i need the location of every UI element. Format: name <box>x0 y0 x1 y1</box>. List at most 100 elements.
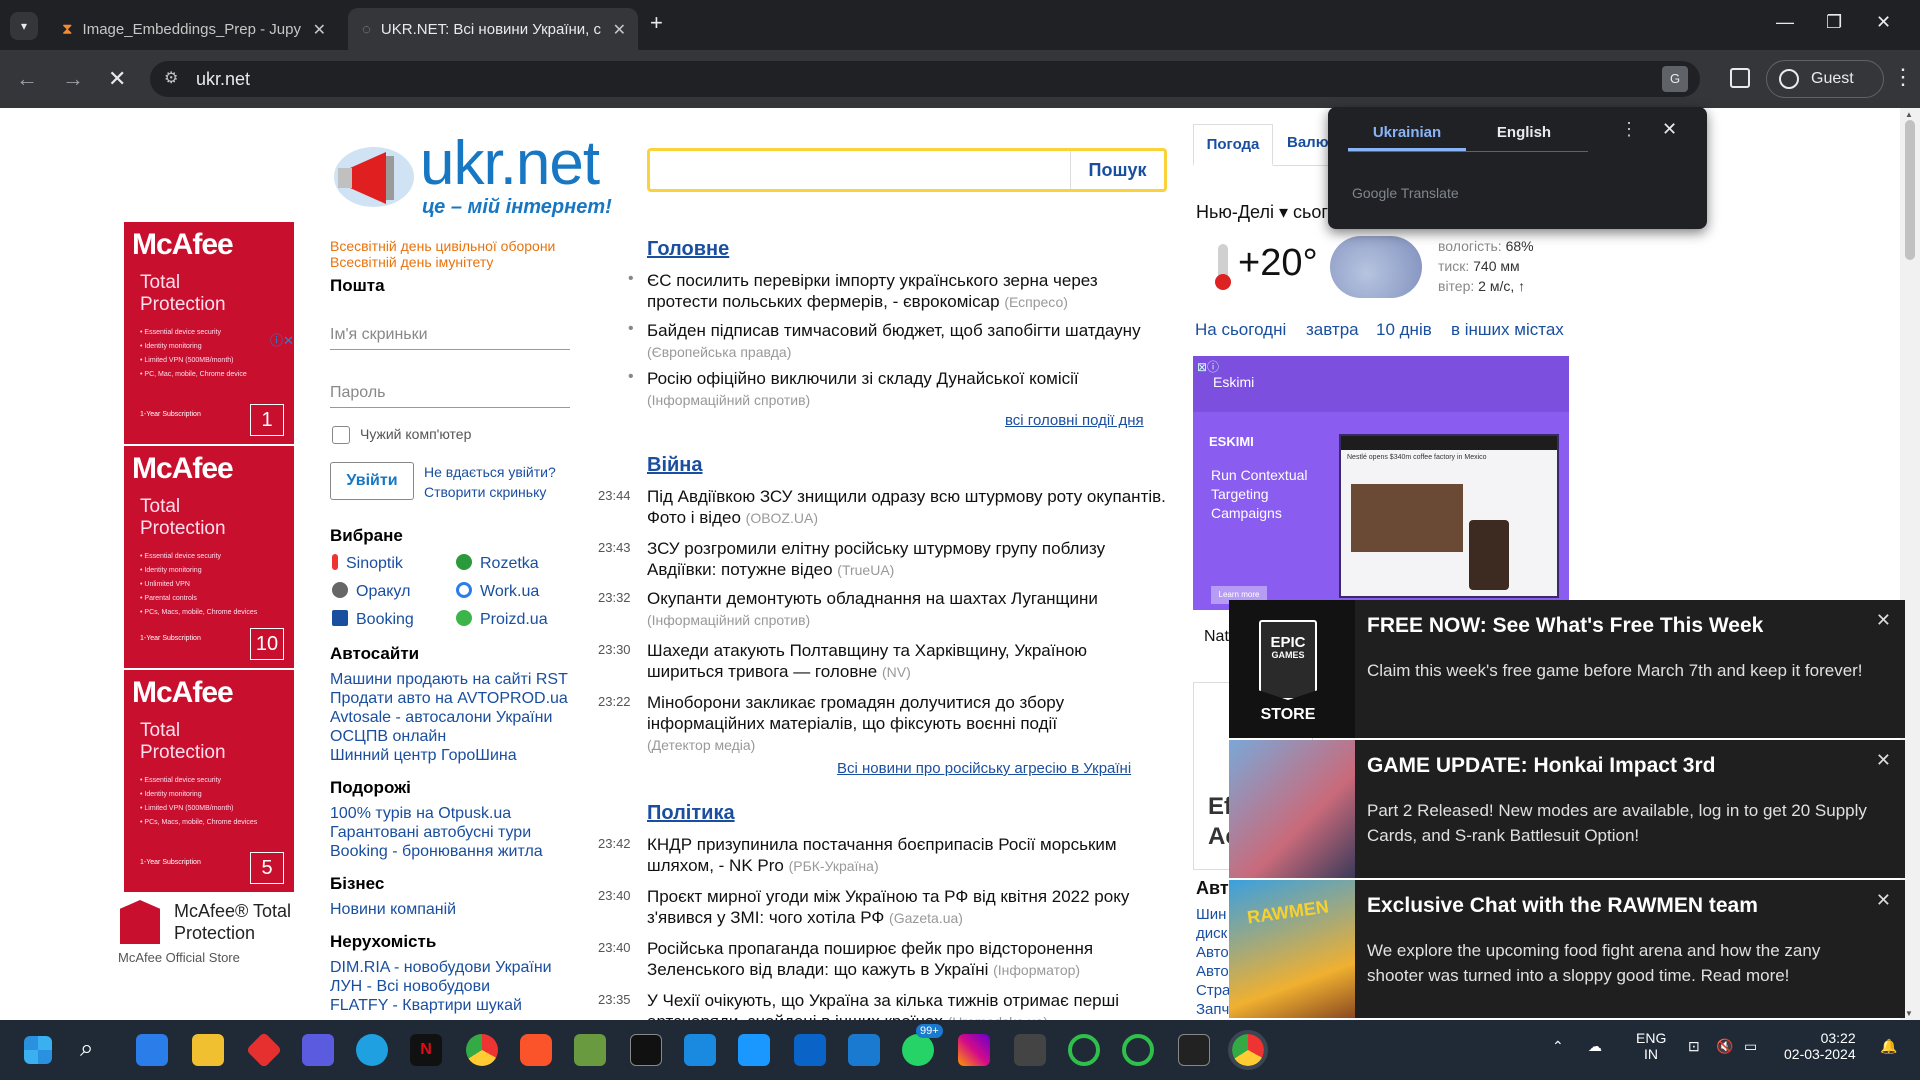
mailbox-name-input[interactable]: Ім'я скриньки <box>330 320 570 350</box>
battery-icon[interactable]: ▭ <box>1744 1038 1757 1055</box>
scrollbar-thumb[interactable] <box>1905 120 1915 260</box>
netflix-icon[interactable]: N <box>410 1034 442 1066</box>
search-input[interactable]: Пошук <box>647 148 1167 192</box>
source-language-tab[interactable]: Ukrainian <box>1348 119 1466 151</box>
auto-link[interactable]: Продати авто на AVTOPROD.ua <box>330 689 568 708</box>
tab-currency[interactable]: Валю <box>1287 134 1329 151</box>
fav-link-proizd[interactable]: Proizd.ua <box>456 610 548 629</box>
close-tab-icon[interactable]: ✕ <box>613 20 626 40</box>
tab-ukrnet[interactable]: ◌ UKR.NET: Всі новини України, с ✕ <box>348 8 638 50</box>
news-item[interactable]: 23:32 Окупанти демонтують обладнання на ш… <box>598 588 1168 631</box>
forward-icon[interactable]: → <box>62 66 84 92</box>
news-item[interactable]: 23:40 Проєкт мирної угоди між Україною та… <box>598 886 1168 929</box>
tab-search-button[interactable]: ▾ <box>10 12 38 40</box>
site-info-icon[interactable]: ⚙ <box>164 61 178 97</box>
fav-link-rozetka[interactable]: Rozetka <box>456 554 539 573</box>
news-item[interactable]: • ЄС посилить перевірки імпорту українськ… <box>598 270 1168 313</box>
stop-loading-icon[interactable]: ✕ <box>108 66 126 92</box>
travel-link[interactable]: 100% турів на Otpusk.ua <box>330 804 511 823</box>
news-item[interactable]: 23:35 У Чехії очікують, що Україна за кіл… <box>598 990 1168 1020</box>
vscode-icon[interactable] <box>848 1034 880 1066</box>
side-panel-icon[interactable] <box>1730 68 1750 88</box>
onedrive-icon[interactable]: ☁ <box>1588 1038 1602 1055</box>
tab-jupyter[interactable]: ⧗ Image_Embeddings_Prep - Jupy ✕ <box>48 8 338 50</box>
day-link[interactable]: Всесвітній день цивільної оборони <box>330 238 555 254</box>
news-item[interactable]: • Росію офіційно виключили зі складу Дуна… <box>598 368 1168 411</box>
terminal-icon[interactable] <box>1178 1034 1210 1066</box>
fav-link-booking[interactable]: Booking <box>332 610 414 629</box>
terminal-icon[interactable] <box>630 1034 662 1066</box>
chrome-icon[interactable] <box>1228 1030 1268 1070</box>
travel-link[interactable]: Гарантовані автобусні тури <box>330 823 531 842</box>
auto-link[interactable]: Шинний центр ГороШина <box>330 746 517 765</box>
news-item[interactable]: 23:44 Під Авдіївкою ЗСУ знищили одразу вс… <box>598 486 1168 529</box>
create-mailbox-link[interactable]: Створити скриньку <box>424 484 546 500</box>
site-logo[interactable]: ukr.net це – мій інтернет! <box>330 128 630 238</box>
chrome-icon[interactable] <box>466 1034 498 1066</box>
auto-link[interactable]: ОСЦПВ онлайн <box>330 727 446 746</box>
translate-icon[interactable]: G <box>1662 66 1688 92</box>
app-icon[interactable] <box>1014 1034 1046 1066</box>
news-item[interactable]: 23:43 ЗСУ розгромили елітну російську шту… <box>598 538 1168 581</box>
volume-icon[interactable]: 🔇 <box>1716 1038 1733 1055</box>
profile-button[interactable]: Guest <box>1766 60 1884 98</box>
cant-login-link[interactable]: Не вдається увійти? <box>424 464 556 480</box>
app-icon[interactable] <box>302 1034 334 1066</box>
ad-close-icon[interactable]: ⊠ⓘ <box>1197 358 1219 375</box>
password-input[interactable]: Пароль <box>330 378 570 408</box>
more-options-icon[interactable]: ⋮ <box>1620 119 1638 140</box>
fav-link-sinoptik[interactable]: Sinoptik <box>332 554 403 573</box>
auto-link-right[interactable]: Авто <box>1196 963 1229 980</box>
news-item[interactable]: 23:30 Шахеди атакують Полтавщину та Харкі… <box>598 640 1168 683</box>
language-indicator[interactable]: ENG IN <box>1636 1030 1666 1062</box>
tab-weather[interactable]: Погода <box>1193 124 1273 166</box>
app-icon[interactable] <box>1068 1034 1100 1066</box>
instagram-icon[interactable] <box>958 1034 990 1066</box>
adchoices-icon[interactable]: ⓘ✕ <box>270 330 294 349</box>
back-icon[interactable]: ← <box>16 66 38 92</box>
realty-link[interactable]: FLATFY - Квартири шукай <box>330 996 522 1015</box>
file-explorer-icon[interactable] <box>192 1034 224 1066</box>
more-main-news-link[interactable]: всі головні події дня <box>1005 412 1144 429</box>
weather-tomorrow-link[interactable]: завтра <box>1306 320 1359 340</box>
news-item[interactable]: 23:42 КНДР призупинила постачання боєприп… <box>598 834 1168 877</box>
brave-icon[interactable] <box>520 1034 552 1066</box>
weather-other-cities-link[interactable]: в інших містах <box>1451 320 1564 340</box>
close-tab-icon[interactable]: ✕ <box>313 20 326 40</box>
auto-link[interactable]: Avtosale - автосалони України <box>330 708 552 727</box>
section-politics-heading[interactable]: Політика <box>647 802 735 825</box>
minimize-icon[interactable]: — <box>1776 12 1794 33</box>
auto-link-right[interactable]: Авто <box>1196 944 1229 961</box>
mcafee-store-link[interactable]: McAfee® Total Protection McAfee Official … <box>116 894 312 966</box>
app-icon[interactable] <box>574 1034 606 1066</box>
close-notification-icon[interactable]: ✕ <box>1876 750 1891 771</box>
auto-link[interactable]: Машини продають на сайті RST <box>330 670 568 689</box>
restore-icon[interactable]: ❐ <box>1826 12 1842 33</box>
auto-link-right[interactable]: Шин <box>1196 906 1226 923</box>
target-language-tab[interactable]: English <box>1476 119 1572 151</box>
close-window-icon[interactable]: ✕ <box>1876 12 1891 33</box>
scroll-down-icon[interactable]: ▼ <box>1905 1009 1913 1018</box>
whatsapp-icon[interactable]: 99+ <box>902 1024 943 1066</box>
weather-today-link[interactable]: На сьогодні <box>1195 320 1286 340</box>
news-item[interactable]: 23:40 Російська пропаганда поширює фейк п… <box>598 938 1168 981</box>
notification-honkai[interactable]: GAME UPDATE: Honkai Impact 3rd Part 2 Re… <box>1229 740 1905 878</box>
close-notification-icon[interactable]: ✕ <box>1876 890 1891 911</box>
notification-rawmen[interactable]: RAWMEN Exclusive Chat with the RAWMEN te… <box>1229 880 1905 1018</box>
mcafee-ad-2[interactable]: McAfee Total Protection • Essential devic… <box>116 446 302 668</box>
business-link[interactable]: Новини компаній <box>330 900 456 919</box>
fav-link-workua[interactable]: Work.ua <box>456 582 539 601</box>
auto-link-right[interactable]: Стра <box>1196 982 1230 999</box>
app-icon[interactable] <box>1122 1034 1154 1066</box>
fav-link-orakul[interactable]: Оракул <box>332 582 410 601</box>
windows-start-icon[interactable] <box>24 1036 52 1064</box>
search-icon[interactable]: ⌕ <box>80 1034 112 1066</box>
browser-menu-icon[interactable]: ⋮ <box>1892 64 1914 90</box>
more-war-news-link[interactable]: Всі новини про російську агресію в Украї… <box>837 760 1131 777</box>
eskimi-ad[interactable]: ⊠ⓘ Eskimi ESKIMI Run Contextual Targeting… <box>1193 356 1569 610</box>
prime-video-icon[interactable] <box>738 1034 770 1066</box>
scroll-up-icon[interactable]: ▲ <box>1905 110 1913 119</box>
realty-link[interactable]: DIM.RIA - новобудови України <box>330 958 552 977</box>
day-link[interactable]: Всесвітній день імунітету <box>330 254 493 270</box>
close-notification-icon[interactable]: ✕ <box>1876 610 1891 631</box>
